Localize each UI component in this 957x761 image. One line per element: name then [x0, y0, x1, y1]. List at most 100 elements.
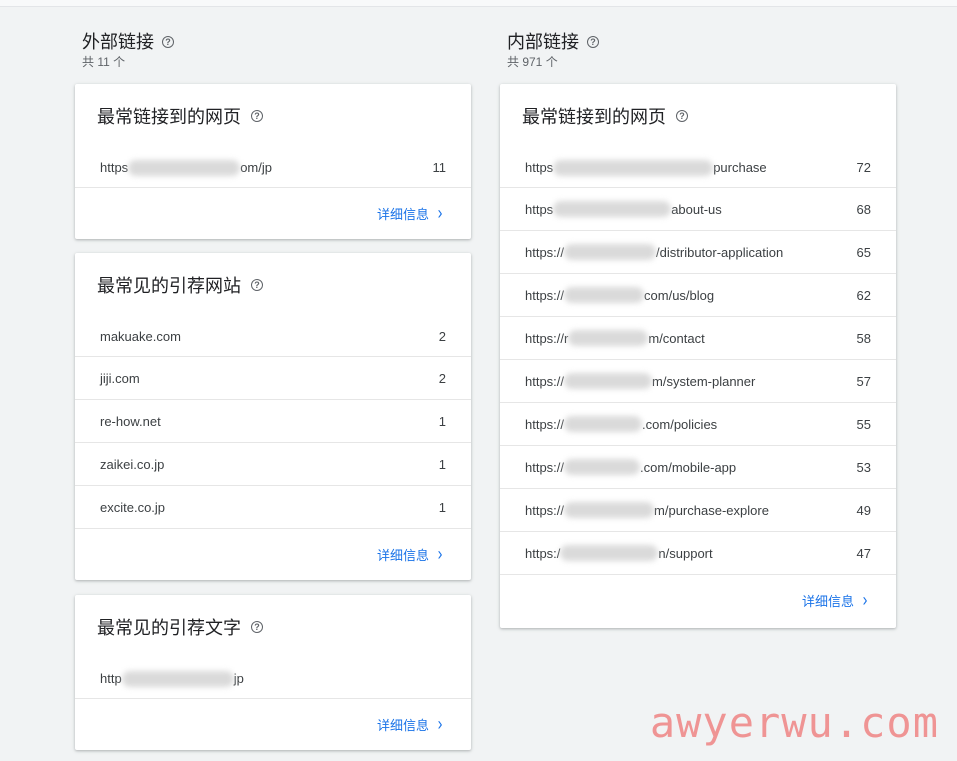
row-count: 2 [438, 329, 446, 344]
row-count: 68 [856, 201, 871, 217]
help-icon[interactable]: ? [251, 621, 263, 633]
redacted-blur [128, 159, 241, 176]
table-row[interactable]: zaikei.co.jp 1 [75, 443, 471, 486]
table-row[interactable]: https:/ n/support 47 [500, 532, 896, 575]
details-link[interactable]: 详细信息 › [75, 529, 471, 579]
chevron-right-icon: › [437, 714, 443, 734]
url-prefix: https:// [525, 502, 565, 518]
table-row[interactable]: makuake.com 2 [75, 317, 471, 357]
site-label: zaikei.co.jp [100, 456, 165, 472]
chevron-right-icon: › [437, 203, 443, 223]
url-cell: https:// m/purchase-explore [525, 502, 769, 518]
row-count: 47 [856, 545, 871, 561]
table-row[interactable]: https about-us 68 [500, 188, 896, 231]
redacted-blur [560, 545, 659, 561]
row-count: 72 [856, 160, 871, 175]
row-count: 58 [856, 330, 871, 346]
url-prefix: https:// [525, 244, 565, 260]
table-row[interactable]: https:// /distributor-application 65 [500, 231, 896, 274]
card-title-row: 最常链接到的网页 ? [75, 84, 471, 148]
internal-links-header: 内部链接 ? 共 971 个 [507, 31, 599, 69]
url-suffix: purchase [713, 160, 767, 175]
help-icon[interactable]: ? [251, 279, 263, 291]
redacted-blur [121, 670, 234, 687]
url-suffix: jp [233, 671, 244, 686]
table-row[interactable]: https:// m/purchase-explore 49 [500, 489, 896, 532]
help-icon[interactable]: ? [587, 36, 599, 48]
url-cell: https:// /distributor-application [525, 244, 783, 260]
redacted-blur [568, 330, 649, 346]
external-top-pages-card: 最常链接到的网页 ? https om/jp 11 详细信息 › [75, 84, 471, 239]
redacted-blur [564, 416, 643, 432]
table-row[interactable]: https om/jp 11 [75, 148, 471, 188]
url-suffix: om/jp [240, 160, 272, 175]
details-link[interactable]: 详细信息 › [500, 575, 896, 625]
internal-links-count: 共 971 个 [507, 55, 558, 69]
redacted-blur [564, 244, 657, 260]
row-count: 11 [432, 160, 447, 175]
table-row[interactable]: https:// .com/mobile-app 53 [500, 446, 896, 489]
row-count: 55 [856, 416, 871, 432]
row-count: 53 [856, 459, 871, 475]
watermark: awyerwu.com [649, 698, 939, 747]
table-row[interactable]: https:// .com/policies 55 [500, 403, 896, 446]
card-title-row: 最常见的引荐网站 ? [75, 253, 471, 317]
url-cell: https:// .com/mobile-app [525, 459, 736, 475]
external-links-count: 共 11 个 [82, 55, 126, 69]
row-count: 1 [438, 413, 446, 429]
url-prefix: https:/ [525, 545, 561, 561]
table-row[interactable]: https:// m/system-planner 57 [500, 360, 896, 403]
url-prefix: https:// [525, 373, 565, 389]
url-suffix: m/purchase-explore [654, 502, 769, 518]
help-icon[interactable]: ? [251, 110, 263, 122]
url-prefix: https:// [525, 459, 565, 475]
card-title: 最常链接到的网页 [97, 107, 241, 127]
url-prefix: https:// [525, 287, 565, 303]
url-suffix: /distributor-application [656, 244, 784, 260]
url-suffix: m/system-planner [652, 373, 756, 389]
card-title: 最常链接到的网页 [522, 107, 666, 127]
table-row[interactable]: excite.co.jp 1 [75, 486, 471, 529]
site-label: excite.co.jp [100, 499, 166, 515]
url-cell: https:// .com/policies [525, 416, 717, 432]
row-count: 2 [438, 370, 446, 386]
card-title-row: 最常见的引荐文字 ? [75, 595, 471, 659]
external-top-text-card: 最常见的引荐文字 ? http jp 详细信息 › [75, 595, 471, 750]
external-top-sites-card: 最常见的引荐网站 ? makuake.com 2 jiji.com 2 re-h… [75, 253, 471, 580]
details-label: 详细信息 [376, 206, 429, 222]
card-title: 最常见的引荐文字 [97, 618, 241, 638]
url-cell: https://r m/contact [525, 330, 705, 346]
url-suffix: about-us [671, 201, 722, 217]
row-count: 1 [438, 499, 446, 515]
table-row[interactable]: https:// com/us/blog 62 [500, 274, 896, 317]
help-icon[interactable]: ? [676, 110, 688, 122]
details-label: 详细信息 [376, 717, 429, 733]
redacted-blur [564, 373, 653, 389]
external-links-title: 外部链接 [82, 32, 154, 52]
details-link[interactable]: 详细信息 › [75, 699, 471, 749]
url-prefix: https://r [525, 330, 569, 346]
url-cell: https:// com/us/blog [525, 287, 714, 303]
site-label: re-how.net [100, 413, 161, 429]
card-title: 最常见的引荐网站 [97, 276, 241, 296]
redacted-blur [564, 459, 641, 475]
table-row[interactable]: https://r m/contact 58 [500, 317, 896, 360]
url-suffix: .com/policies [642, 416, 718, 432]
url-cell: https om/jp [100, 159, 272, 176]
details-link[interactable]: 详细信息 › [75, 188, 471, 238]
table-row[interactable]: https purchase 72 [500, 148, 896, 188]
external-links-header: 外部链接 ? 共 11 个 [82, 31, 174, 69]
table-row[interactable]: jiji.com 2 [75, 357, 471, 400]
table-row[interactable]: http jp [75, 659, 471, 699]
table-row[interactable]: re-how.net 1 [75, 400, 471, 443]
url-prefix: https [100, 160, 129, 175]
url-suffix: m/contact [648, 330, 705, 346]
details-label: 详细信息 [376, 547, 429, 563]
internal-links-title: 内部链接 [507, 32, 579, 52]
help-icon[interactable]: ? [162, 36, 174, 48]
card-title-row: 最常链接到的网页 ? [500, 84, 896, 148]
internal-top-pages-card: 最常链接到的网页 ? https purchase 72 https about… [500, 84, 896, 628]
url-suffix: n/support [658, 545, 713, 561]
external-links-title-row: 外部链接 ? [82, 31, 174, 53]
site-label: makuake.com [100, 329, 181, 344]
